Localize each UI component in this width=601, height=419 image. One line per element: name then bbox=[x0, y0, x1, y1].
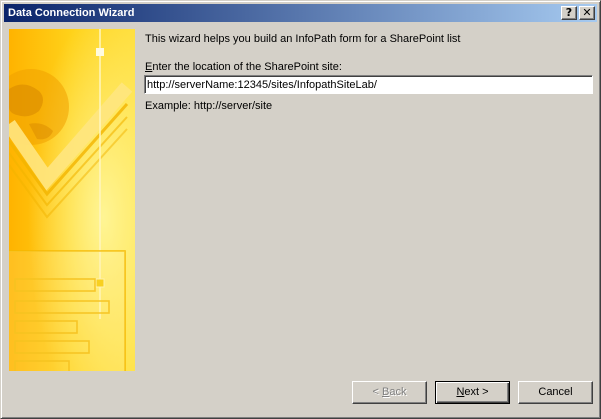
data-connection-wizard-dialog: Data Connection Wizard ? ✕ This wizard h… bbox=[0, 0, 601, 419]
wizard-intro-text: This wizard helps you build an InfoPath … bbox=[145, 33, 461, 45]
help-icon: ? bbox=[565, 6, 573, 19]
example-url-text: Example: http://server/site bbox=[145, 100, 273, 112]
cancel-label: Cancel bbox=[538, 386, 573, 398]
next-button[interactable]: Next > bbox=[435, 381, 510, 404]
help-button[interactable]: ? bbox=[561, 6, 577, 20]
back-label-prefix: < bbox=[372, 386, 382, 398]
wizard-banner-image bbox=[9, 29, 135, 371]
window-title: Data Connection Wizard bbox=[8, 7, 135, 19]
site-location-label: Enter the location of the SharePoint sit… bbox=[145, 60, 342, 74]
globe-checkmark-form-illustration-icon bbox=[9, 29, 135, 371]
back-button[interactable]: < Back bbox=[352, 381, 427, 404]
cancel-button[interactable]: Cancel bbox=[518, 381, 593, 404]
back-label-text: ack bbox=[389, 386, 407, 398]
location-label-text: nter the location of the SharePoint site… bbox=[152, 61, 342, 73]
next-label-text: ext > bbox=[464, 386, 489, 398]
title-bar[interactable]: Data Connection Wizard ? ✕ bbox=[4, 4, 597, 22]
close-button[interactable]: ✕ bbox=[579, 6, 595, 20]
close-icon: ✕ bbox=[582, 6, 592, 19]
site-location-input[interactable] bbox=[144, 75, 593, 94]
